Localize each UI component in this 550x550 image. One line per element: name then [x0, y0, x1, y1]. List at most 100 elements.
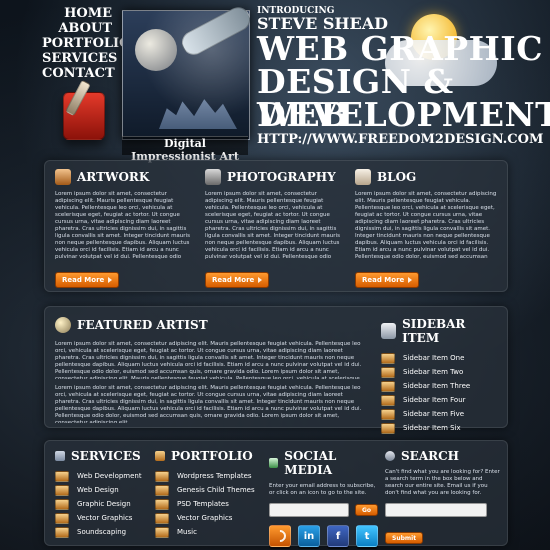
briefcase-icon: [155, 451, 165, 461]
paint-bucket-illustration: [55, 79, 113, 158]
nav-home[interactable]: HOME: [42, 6, 112, 21]
services-link[interactable]: Graphic Design: [55, 497, 153, 511]
column-artwork: ARTWORK Lorem ipsum dolor sit amet, cons…: [55, 169, 195, 288]
services-title: SERVICES: [71, 449, 141, 463]
sidebar-item[interactable]: Sidebar Item One: [381, 351, 501, 365]
list-icon: [381, 323, 397, 339]
portfolio-column: PORTFOLIO Wordpress Templates Genesis Ch…: [155, 449, 265, 541]
palette-icon: [381, 352, 395, 364]
sidebar-item[interactable]: Sidebar Item Two: [381, 365, 501, 379]
portfolio-link-label: Vector Graphics: [177, 514, 233, 522]
top-columns-panel: ARTWORK Lorem ipsum dolor sit amet, cons…: [44, 160, 508, 292]
portfolio-link[interactable]: PSD Templates: [155, 497, 265, 511]
moon-icon: [55, 317, 71, 333]
sidebar-item-label: Sidebar Item Five: [403, 410, 465, 418]
portfolio-link[interactable]: Music: [155, 525, 265, 539]
search-title: SEARCH: [401, 449, 459, 463]
palette-icon: [381, 380, 395, 392]
services-link-label: Graphic Design: [77, 500, 131, 508]
gear-icon: [55, 451, 65, 461]
portfolio-link-label: Genesis Child Themes: [177, 486, 255, 494]
services-link[interactable]: Vector Graphics: [55, 511, 153, 525]
sidebar-item-label: Sidebar Item Six: [403, 424, 461, 432]
sidebar: SIDEBAR ITEM Sidebar Item One Sidebar It…: [381, 317, 501, 434]
sidebar-item[interactable]: Sidebar Item Four: [381, 393, 501, 407]
search-icon: [385, 451, 395, 461]
sidebar-item-label: Sidebar Item Three: [403, 382, 471, 390]
chevron-right-icon: [108, 277, 113, 283]
hero-title-line-3: DEVELOPMENT: [257, 95, 550, 134]
palette-icon: [155, 470, 169, 482]
nav-contact[interactable]: CONTACT: [42, 66, 115, 81]
nav-about[interactable]: ABOUT: [42, 21, 112, 36]
featured-artist: FEATURED ARTIST Lorem ipsum dolor sit am…: [55, 317, 365, 423]
twitter-icon[interactable]: t: [356, 525, 378, 547]
featured-panel: FEATURED ARTIST Lorem ipsum dolor sit am…: [44, 306, 508, 434]
palette-icon: [155, 498, 169, 510]
portfolio-link[interactable]: Genesis Child Themes: [155, 483, 265, 497]
facebook-icon[interactable]: f: [327, 525, 349, 547]
sidebar-title: SIDEBAR ITEM: [402, 317, 466, 345]
palette-icon: [55, 470, 69, 482]
portfolio-link[interactable]: Wordpress Templates: [155, 469, 265, 483]
subscribe-email-input[interactable]: [269, 503, 349, 517]
nav-services[interactable]: SERVICES: [42, 51, 117, 66]
column-title: BLOG: [377, 170, 417, 184]
services-link-label: Web Development: [77, 472, 142, 480]
social-icons: in f t: [269, 525, 381, 547]
featured-paragraph-1: Lorem ipsum dolor sit amet, consectetur …: [55, 341, 362, 379]
column-title: ARTWORK: [77, 170, 150, 184]
people-icon: [269, 458, 279, 468]
sidebar-list: Sidebar Item One Sidebar Item Two Sideba…: [381, 351, 501, 435]
portfolio-link-label: PSD Templates: [177, 500, 229, 508]
hero-title-line-1: WEB GRAPHIC: [257, 29, 543, 68]
services-link-label: Vector Graphics: [77, 514, 133, 522]
palette-icon: [55, 498, 69, 510]
read-more-button[interactable]: Read More: [355, 272, 420, 288]
sidebar-item[interactable]: Sidebar Item Five: [381, 407, 501, 421]
column-body: Lorem ipsum dolor sit amet, consectetur …: [55, 191, 190, 260]
palette-icon: [155, 526, 169, 538]
portfolio-link-label: Music: [177, 528, 197, 536]
moon-icon: [135, 29, 177, 71]
site-search-input[interactable]: [385, 503, 487, 517]
paint-bucket-icon: [63, 92, 105, 140]
castle-silhouette: [159, 99, 237, 129]
services-link-label: Soundscaping: [77, 528, 127, 536]
services-link-label: Web Design: [77, 486, 119, 494]
services-column: SERVICES Web Development Web Design Grap…: [55, 449, 153, 541]
services-link[interactable]: Soundscaping: [55, 525, 153, 539]
rss-icon[interactable]: [269, 525, 291, 547]
sidebar-item[interactable]: Sidebar Item Three: [381, 379, 501, 393]
linkedin-icon[interactable]: in: [298, 525, 320, 547]
social-text: Enter your email address to subscribe, o…: [269, 483, 376, 496]
palette-icon: [155, 512, 169, 524]
palette-icon: [55, 526, 69, 538]
read-more-button[interactable]: Read More: [205, 272, 270, 288]
palette-icon: [381, 394, 395, 406]
camera-icon: [205, 169, 221, 185]
portfolio-title: PORTFOLIO: [171, 449, 253, 463]
services-link[interactable]: Web Design: [55, 483, 153, 497]
chevron-right-icon: [258, 277, 263, 283]
hero-image: [122, 3, 255, 140]
search-submit-button[interactable]: Submit: [385, 531, 424, 544]
portfolio-link[interactable]: Vector Graphics: [155, 511, 265, 525]
sidebar-item[interactable]: Sidebar Item Six: [381, 421, 501, 435]
sidebar-item-label: Sidebar Item Two: [403, 368, 464, 376]
read-more-button[interactable]: Read More: [55, 272, 120, 288]
services-link[interactable]: Web Development: [55, 469, 153, 483]
palette-icon: [381, 422, 395, 434]
palette-icon: [381, 366, 395, 378]
palette-icon: [55, 169, 71, 185]
featured-title: FEATURED ARTIST: [77, 318, 208, 332]
button-label: Read More: [62, 276, 105, 284]
sidebar-item-label: Sidebar Item One: [403, 354, 465, 362]
subscribe-go-button[interactable]: Go: [355, 504, 379, 516]
column-title: PHOTOGRAPHY: [227, 170, 336, 184]
services-list: Web Development Web Design Graphic Desig…: [55, 469, 153, 539]
site-url[interactable]: HTTP://WWW.FREEDOM2DESIGN.COM: [257, 132, 543, 147]
palette-icon: [155, 484, 169, 496]
button-label: Read More: [362, 276, 405, 284]
nav-portfolio[interactable]: PORTFOLIO: [42, 36, 130, 51]
